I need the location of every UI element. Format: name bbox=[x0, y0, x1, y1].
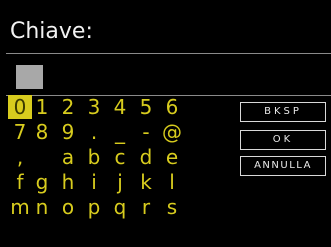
key-3-2[interactable]: h bbox=[56, 170, 80, 194]
key-2-4[interactable]: c bbox=[108, 145, 132, 169]
cancel-button[interactable]: ANNULLA bbox=[240, 156, 326, 176]
key-3-6[interactable]: l bbox=[160, 170, 184, 194]
key-2-0[interactable]: , bbox=[8, 145, 32, 169]
key-4-3[interactable]: p bbox=[82, 195, 106, 219]
ok-button[interactable]: OK bbox=[240, 130, 326, 150]
key-3-4[interactable]: j bbox=[108, 170, 132, 194]
key-1-1[interactable]: 8 bbox=[30, 120, 54, 144]
key-0-4[interactable]: 4 bbox=[108, 95, 132, 119]
text-cursor bbox=[16, 65, 43, 89]
key-0-1[interactable]: 1 bbox=[30, 95, 54, 119]
key-4-1[interactable]: n bbox=[30, 195, 54, 219]
key-input-field[interactable] bbox=[6, 58, 331, 94]
key-1-5[interactable]: - bbox=[134, 120, 158, 144]
divider-top bbox=[6, 53, 331, 54]
key-3-3[interactable]: i bbox=[82, 170, 106, 194]
key-1-4[interactable]: _ bbox=[108, 120, 132, 144]
key-1-3[interactable]: . bbox=[82, 120, 106, 144]
key-3-5[interactable]: k bbox=[134, 170, 158, 194]
key-4-5[interactable]: r bbox=[134, 195, 158, 219]
key-0-6[interactable]: 6 bbox=[160, 95, 184, 119]
key-2-1 bbox=[30, 145, 54, 169]
key-2-3[interactable]: b bbox=[82, 145, 106, 169]
key-4-0[interactable]: m bbox=[8, 195, 32, 219]
key-0-2[interactable]: 2 bbox=[56, 95, 80, 119]
key-3-0[interactable]: f bbox=[8, 170, 32, 194]
page-title: Chiave: bbox=[10, 19, 93, 44]
backspace-button[interactable]: BKSP bbox=[240, 102, 326, 122]
key-0-0[interactable]: 0 bbox=[8, 95, 32, 119]
key-1-2[interactable]: 9 bbox=[56, 120, 80, 144]
key-2-5[interactable]: d bbox=[134, 145, 158, 169]
key-2-2[interactable]: a bbox=[56, 145, 80, 169]
key-2-6[interactable]: e bbox=[160, 145, 184, 169]
key-4-6[interactable]: s bbox=[160, 195, 184, 219]
key-0-3[interactable]: 3 bbox=[82, 95, 106, 119]
key-4-4[interactable]: q bbox=[108, 195, 132, 219]
key-3-1[interactable]: g bbox=[30, 170, 54, 194]
key-1-0[interactable]: 7 bbox=[8, 120, 32, 144]
key-0-5[interactable]: 5 bbox=[134, 95, 158, 119]
key-1-6[interactable]: @ bbox=[160, 120, 184, 144]
key-4-2[interactable]: o bbox=[56, 195, 80, 219]
